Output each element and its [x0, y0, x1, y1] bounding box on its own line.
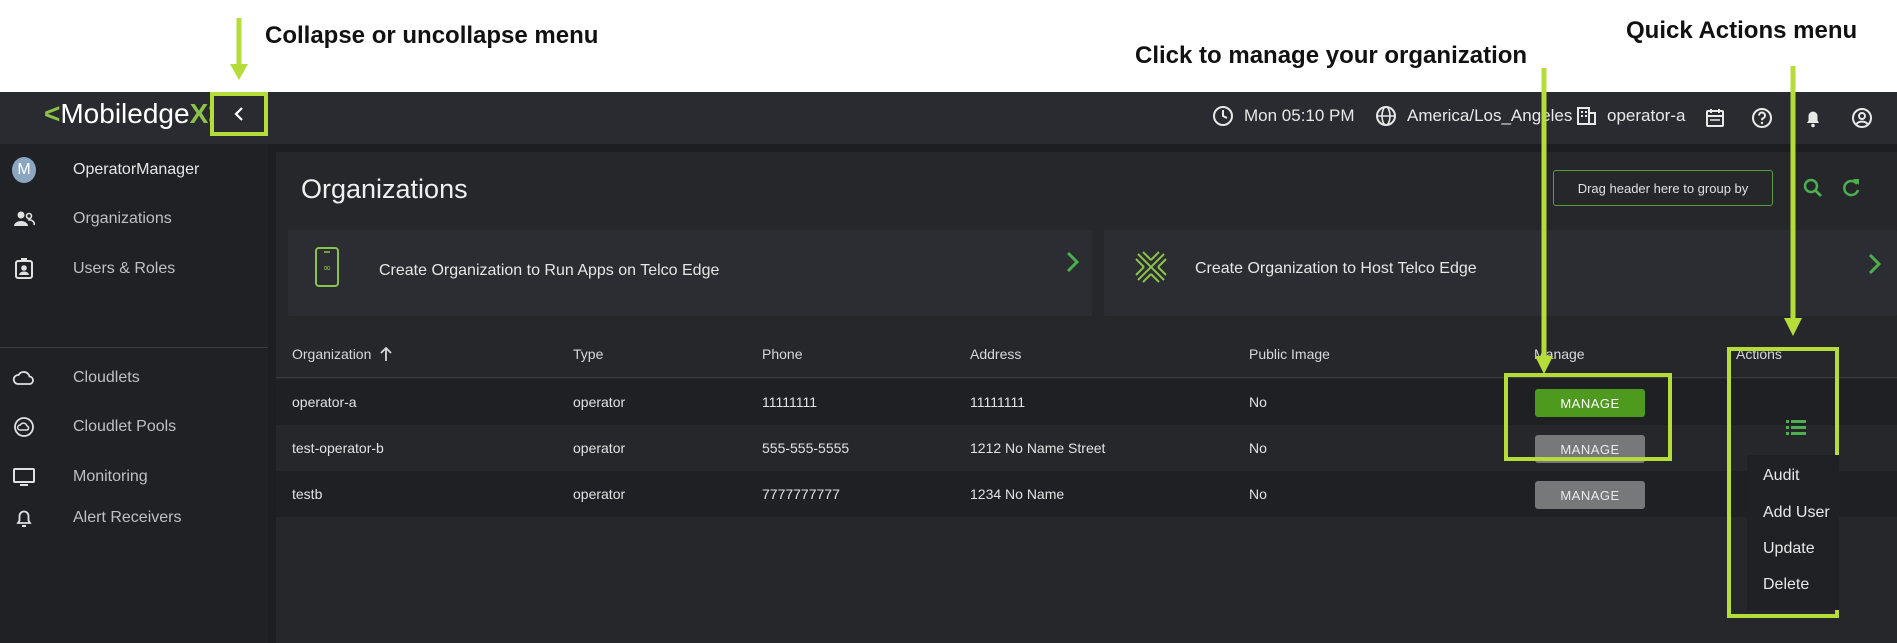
- cell-type: operator: [573, 486, 626, 502]
- globe-icon: [1375, 105, 1397, 127]
- building-icon: [1575, 105, 1597, 127]
- annotation-arrow-manage: [1535, 68, 1553, 374]
- card-label: Create Organization to Run Apps on Telco…: [379, 262, 720, 279]
- cell-organization: testb: [292, 486, 323, 502]
- search-icon[interactable]: [1801, 176, 1825, 200]
- callout-quick-actions: Quick Actions menu: [1626, 17, 1858, 44]
- time-text: Mon 05:10 PM: [1244, 106, 1355, 125]
- cell-public-image: No: [1249, 440, 1267, 456]
- cell-phone: 555-555-5555: [762, 440, 850, 456]
- logo-text: Mobiledge: [60, 98, 190, 129]
- calendar-icon[interactable]: [1703, 106, 1727, 130]
- sort-ascending-icon: [380, 346, 393, 361]
- account-icon[interactable]: [1850, 106, 1874, 130]
- column-header-type[interactable]: Type: [573, 346, 603, 362]
- sidebar-item-label: Organizations: [73, 210, 172, 227]
- brand-logo: < Mobiledge X>: [44, 98, 225, 130]
- chevron-right-icon[interactable]: [1062, 250, 1082, 274]
- manage-highlight-box: [1504, 373, 1672, 461]
- cell-address: 11111111: [970, 394, 1026, 410]
- sidebar-user[interactable]: M OperatorManager: [0, 150, 268, 190]
- card-label: Create Organization to Host Telco Edge: [1195, 260, 1477, 277]
- edge-network-icon: [1134, 250, 1168, 289]
- table-row[interactable]: testb operator 7777777777 1234 No Name N…: [276, 471, 1897, 517]
- chevron-right-icon[interactable]: [1864, 252, 1884, 276]
- sidebar-item-label: Cloudlet Pools: [73, 418, 177, 435]
- column-label: Organization: [292, 346, 372, 362]
- phone-edge-icon: ∞: [314, 246, 340, 293]
- cell-address: 1212 No Name Street: [970, 440, 1106, 456]
- card-host-telco-edge[interactable]: Create Organization to Host Telco Edge: [1104, 230, 1897, 316]
- group-by-drop-zone[interactable]: Drag header here to group by: [1553, 170, 1773, 206]
- svg-text:∞: ∞: [323, 263, 331, 274]
- help-icon[interactable]: [1750, 106, 1774, 130]
- annotation-arrow-actions: [1784, 66, 1802, 336]
- sidebar-divider: [0, 347, 268, 348]
- sidebar-item-monitoring[interactable]: Monitoring: [0, 457, 268, 497]
- cell-public-image: No: [1249, 486, 1267, 502]
- organization-text: operator-a: [1607, 106, 1686, 125]
- clock-icon: [1212, 105, 1234, 127]
- sidebar-item-label: Monitoring: [73, 468, 148, 485]
- top-bar: < Mobiledge X> Mon 05:10 PM America/Los_…: [0, 92, 1897, 144]
- sidebar-item-cloudlets[interactable]: Cloudlets: [0, 358, 268, 398]
- sidebar-item-cloudlet-pools[interactable]: Cloudlet Pools: [0, 407, 268, 447]
- cell-organization: test-operator-b: [292, 440, 384, 456]
- cell-phone: 11111111: [762, 394, 818, 410]
- avatar: M: [12, 157, 36, 183]
- alert-bell-icon: [12, 506, 36, 530]
- manage-button[interactable]: MANAGE: [1535, 481, 1645, 509]
- users-roles-icon: [12, 257, 36, 281]
- sidebar-item-organizations[interactable]: Organizations: [0, 199, 268, 239]
- page-title: Organizations: [301, 174, 468, 204]
- menu-item-add-user[interactable]: Add User: [1763, 504, 1830, 522]
- sidebar-item-label: Users & Roles: [73, 260, 176, 277]
- organization-selector[interactable]: operator-a: [1575, 105, 1685, 127]
- logo-left-bracket: <: [44, 98, 61, 129]
- menu-item-audit[interactable]: Audit: [1763, 467, 1799, 485]
- menu-item-delete[interactable]: Delete: [1763, 576, 1809, 594]
- sidebar-item-label: Cloudlets: [73, 369, 140, 386]
- sidebar: M OperatorManager Organizations Users & …: [0, 144, 268, 643]
- monitor-icon: [12, 465, 36, 489]
- sidebar-item-alert-receivers[interactable]: Alert Receivers: [0, 498, 268, 538]
- bell-icon[interactable]: [1801, 106, 1825, 130]
- chevron-left-icon: [234, 107, 243, 121]
- refresh-icon[interactable]: [1839, 176, 1863, 200]
- column-header-public-image[interactable]: Public Image: [1249, 346, 1330, 362]
- callout-manage-organization: Click to manage your organization: [1135, 42, 1528, 69]
- cell-phone: 7777777777: [762, 486, 840, 502]
- quick-actions-list-icon[interactable]: [1785, 418, 1807, 436]
- cell-type: operator: [573, 394, 626, 410]
- cell-organization: operator-a: [292, 394, 357, 410]
- menu-item-update[interactable]: Update: [1763, 540, 1815, 558]
- sidebar-item-label: Alert Receivers: [73, 509, 182, 526]
- sidebar-item-users-roles[interactable]: Users & Roles: [0, 249, 268, 289]
- avatar-initial: M: [12, 157, 36, 183]
- app-window: < Mobiledge X> Mon 05:10 PM America/Los_…: [0, 92, 1897, 643]
- collapse-menu-button[interactable]: [210, 92, 268, 136]
- column-header-address[interactable]: Address: [970, 346, 1021, 362]
- user-role: OperatorManager: [73, 161, 200, 178]
- quick-actions-menu: Audit Add User Update Delete: [1747, 455, 1839, 610]
- cell-type: operator: [573, 440, 626, 456]
- cloudlet-pools-icon: [12, 415, 36, 439]
- current-time: Mon 05:10 PM: [1212, 105, 1355, 127]
- column-header-phone[interactable]: Phone: [762, 346, 802, 362]
- card-run-apps[interactable]: ∞ Create Organization to Run Apps on Tel…: [288, 230, 1092, 316]
- organizations-icon: [12, 207, 36, 231]
- cell-address: 1234 No Name: [970, 486, 1065, 502]
- callout-collapse-menu: Collapse or uncollapse menu: [265, 22, 599, 49]
- column-header-organization[interactable]: Organization: [292, 346, 393, 362]
- table-header: Organization Type Phone Address Public I…: [276, 328, 1897, 378]
- cell-public-image: No: [1249, 394, 1267, 410]
- cloud-icon: [12, 366, 36, 390]
- annotation-arrow-collapse: [230, 18, 248, 80]
